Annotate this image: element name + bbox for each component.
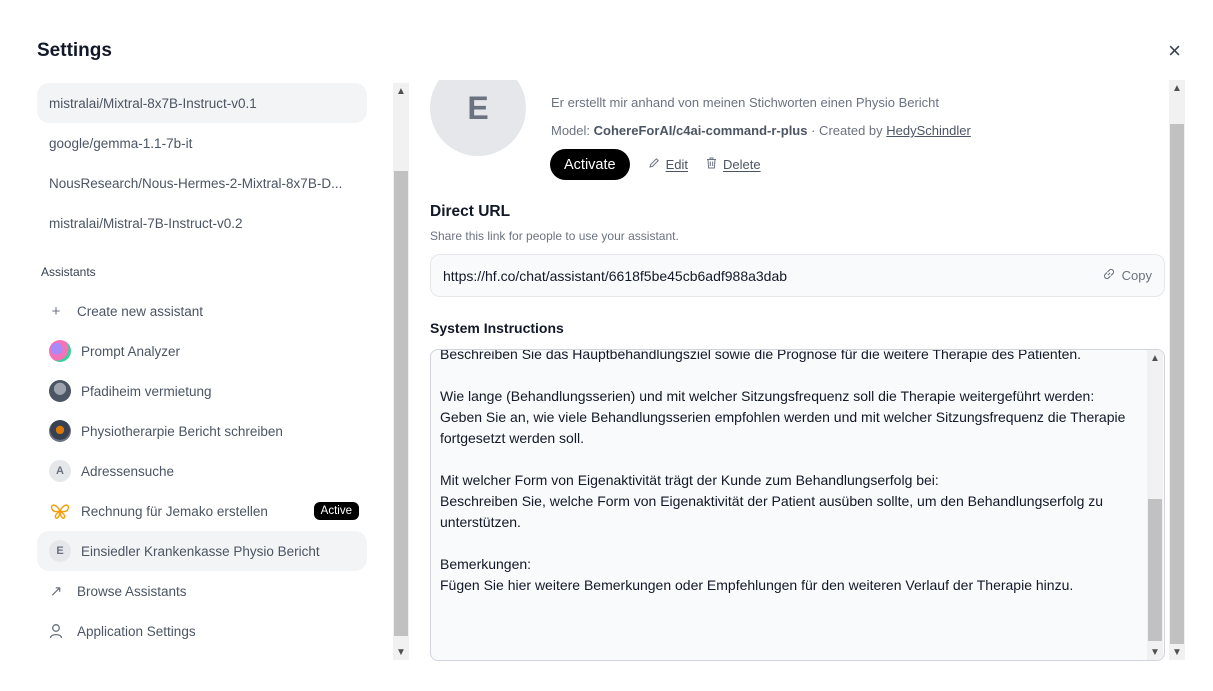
scrollbar-thumb[interactable] <box>1148 499 1162 641</box>
system-instructions-heading: System Instructions <box>430 320 564 336</box>
sidebar-item-label: Application Settings <box>77 623 196 639</box>
sidebar-assistant-adressensuche[interactable]: A Adressensuche <box>37 451 367 491</box>
create-assistant-button[interactable]: + Create new assistant <box>37 291 367 331</box>
sidebar-model-mistral-instruct[interactable]: mistralai/Mistral-7B-Instruct-v0.2 <box>37 203 367 243</box>
assistant-model-line: Model: CohereForAI/c4ai-command-r-plus ·… <box>551 123 971 138</box>
browse-assistants-link[interactable]: ↗ Browse Assistants <box>37 571 367 611</box>
system-instructions-text: Beschreiben Sie das Hauptbehandlungsziel… <box>440 349 1126 593</box>
scroll-up-icon[interactable]: ▲ <box>1147 350 1163 366</box>
direct-url-heading: Direct URL <box>430 203 511 220</box>
created-by-prefix: · Created by <box>811 123 883 138</box>
sidebar-assistant-prompt-analyzer[interactable]: Prompt Analyzer <box>37 331 367 371</box>
settings-title: Settings <box>37 40 112 61</box>
sidebar-assistant-einsiedler[interactable]: E Einsiedler Krankenkasse Physio Bericht <box>37 531 367 571</box>
direct-url-subtitle: Share this link for people to use your a… <box>430 229 679 243</box>
creator-link[interactable]: HedySchindler <box>886 123 971 138</box>
scroll-down-icon[interactable]: ▼ <box>1169 644 1185 660</box>
scroll-down-icon[interactable]: ▼ <box>1147 644 1163 660</box>
sidebar-item-label: Browse Assistants <box>77 583 187 599</box>
arrow-up-right-icon: ↗ <box>49 583 63 600</box>
assistant-description: Er erstellt mir anhand von meinen Stichw… <box>551 95 940 110</box>
sidebar-scrollbar[interactable]: ▲ ▼ <box>393 83 409 660</box>
settings-modal: Settings × mistralai/Mixtral-8x7B-Instru… <box>0 0 1213 691</box>
system-instructions-scrollbar[interactable]: ▲ ▼ <box>1147 350 1163 660</box>
sidebar-item-label: Pfadiheim vermietung <box>81 383 212 399</box>
copy-label: Copy <box>1121 268 1152 283</box>
sidebar-assistant-physio-bericht[interactable]: Physiotherarpie Bericht schreiben <box>37 411 367 451</box>
scroll-down-icon[interactable]: ▼ <box>393 644 409 660</box>
sidebar-assistant-pfadiheim[interactable]: Pfadiheim vermietung <box>37 371 367 411</box>
sidebar-item-label: Adressensuche <box>81 463 175 479</box>
content-scrollbar[interactable]: ▲ ▼ <box>1169 80 1185 660</box>
activate-button[interactable]: Activate <box>550 149 630 180</box>
assistant-avatar: A <box>49 460 71 482</box>
assistants-heading: Assistants <box>41 265 96 279</box>
plus-icon: + <box>51 302 61 320</box>
application-settings-link[interactable]: Application Settings <box>37 611 367 651</box>
assistant-avatar: E <box>49 540 71 562</box>
pencil-icon <box>648 157 660 172</box>
sidebar-item-label: Create new assistant <box>77 303 204 319</box>
sidebar-item-label: NousResearch/Nous-Hermes-2-Mixtral-8x7B-… <box>49 175 343 191</box>
link-icon <box>1102 267 1116 284</box>
edit-label: Edit <box>665 157 688 172</box>
trash-icon <box>706 157 717 172</box>
user-icon <box>49 620 63 642</box>
butterfly-icon <box>49 500 71 522</box>
assistant-actions: Activate Edit Delete <box>550 149 761 180</box>
system-instructions-box[interactable]: Beschreiben Sie das Hauptbehandlungsziel… <box>430 349 1165 661</box>
sidebar-item-label: google/gemma-1.1-7b-it <box>49 135 193 151</box>
model-name: CohereForAI/c4ai-command-r-plus <box>593 123 808 138</box>
sidebar-item-label: Prompt Analyzer <box>81 343 181 359</box>
model-prefix: Model: <box>551 123 591 138</box>
scrollbar-thumb[interactable] <box>1170 124 1184 644</box>
assistant-details: E Er erstellt mir anhand von meinen Stic… <box>430 80 1167 665</box>
delete-label: Delete <box>723 157 761 172</box>
sidebar-item-label: mistralai/Mixtral-8x7B-Instruct-v0.1 <box>49 95 257 111</box>
sidebar-item-label: mistralai/Mistral-7B-Instruct-v0.2 <box>49 215 243 231</box>
sidebar-assistant-rechnung-jemako[interactable]: Rechnung für Jemako erstellen Active <box>37 491 367 531</box>
active-badge: Active <box>313 502 359 520</box>
direct-url-field[interactable]: https://hf.co/chat/assistant/6618f5be45c… <box>430 254 1165 297</box>
sidebar-model-gemma[interactable]: google/gemma-1.1-7b-it <box>37 123 367 163</box>
edit-button[interactable]: Edit <box>648 157 688 172</box>
sidebar-item-label: Rechnung für Jemako erstellen <box>81 503 268 519</box>
assistant-avatar <box>49 340 71 362</box>
assistant-avatar-large: E <box>430 80 526 156</box>
sidebar-item-label: Physiotherarpie Bericht schreiben <box>81 423 283 439</box>
assistant-avatar <box>49 380 71 402</box>
scroll-up-icon[interactable]: ▲ <box>1169 80 1185 96</box>
scrollbar-thumb[interactable] <box>394 171 408 636</box>
delete-button[interactable]: Delete <box>706 157 761 172</box>
copy-button[interactable]: Copy <box>1102 267 1152 284</box>
settings-sidebar: mistralai/Mixtral-8x7B-Instruct-v0.1 goo… <box>37 83 377 663</box>
direct-url-value: https://hf.co/chat/assistant/6618f5be45c… <box>443 267 788 284</box>
sidebar-model-mixtral-instruct[interactable]: mistralai/Mixtral-8x7B-Instruct-v0.1 <box>37 83 367 123</box>
scroll-up-icon[interactable]: ▲ <box>393 83 409 99</box>
sidebar-item-label: Einsiedler Krankenkasse Physio Bericht <box>81 543 320 559</box>
close-icon[interactable]: × <box>1168 40 1181 62</box>
assistant-avatar <box>49 420 71 442</box>
sidebar-model-nous-hermes[interactable]: NousResearch/Nous-Hermes-2-Mixtral-8x7B-… <box>37 163 367 203</box>
